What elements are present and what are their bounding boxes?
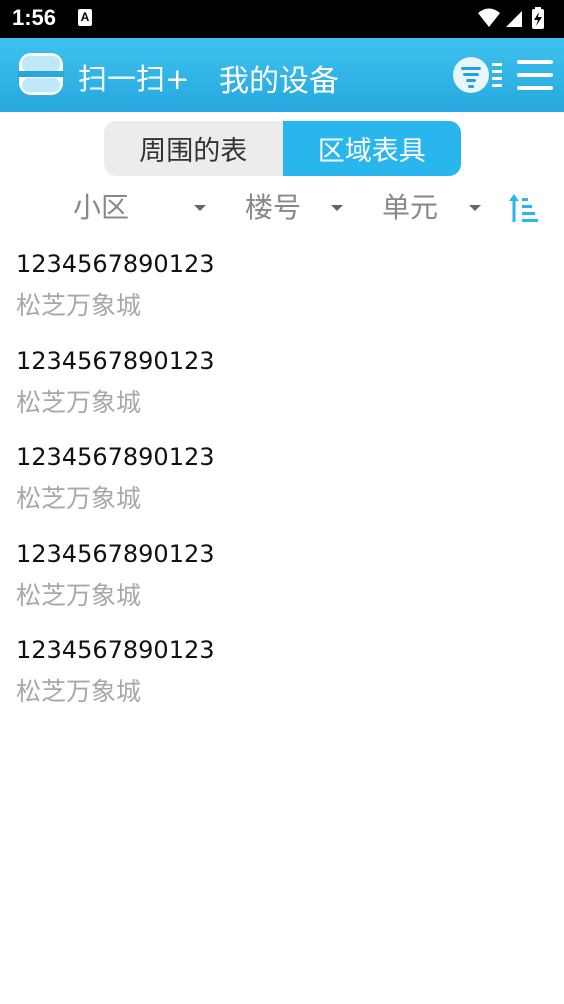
menu-icon[interactable] (516, 57, 554, 93)
device-location: 松芝万象城 (16, 677, 142, 706)
wifi-icon (478, 8, 500, 27)
device-location: 松芝万象城 (16, 387, 142, 417)
device-list: 1234567890123 松芝万象城 1234567890123 松芝万象城 … (16, 246, 546, 729)
sort-ascending-icon[interactable] (508, 192, 540, 224)
scan-icon[interactable] (18, 52, 64, 96)
community-filter[interactable]: 小区 (73, 186, 129, 230)
page-title: 我的设备 (219, 64, 339, 99)
list-item[interactable]: 1234567890123 松芝万象城 (16, 439, 546, 536)
unit-filter[interactable]: 单元 (382, 186, 438, 230)
device-location: 松芝万象城 (16, 580, 142, 610)
list-item[interactable]: 1234567890123 松芝万象城 (16, 632, 546, 729)
building-filter[interactable]: 楼号 (245, 186, 301, 230)
tab-nearby-meters[interactable]: 周围的表 (104, 121, 283, 176)
building-dropdown-icon[interactable] (331, 205, 343, 211)
status-time: 1:56 (12, 5, 57, 30)
notification-a-icon: A (78, 9, 92, 26)
notification-letter: A (80, 10, 90, 24)
battery-charging-icon (532, 7, 544, 29)
device-code: 1234567890123 (16, 539, 215, 568)
tab-area-meters[interactable]: 区域表具 (282, 121, 461, 176)
device-location: 松芝万象城 (16, 291, 142, 320)
unit-dropdown-icon[interactable] (469, 205, 481, 211)
status-right-icons (478, 7, 544, 29)
filter-icon[interactable] (452, 54, 504, 96)
signal-icon (506, 11, 522, 27)
device-code: 1234567890123 (16, 346, 215, 375)
filter-row: 小区 楼号 单元 (0, 186, 564, 230)
list-item[interactable]: 1234567890123 松芝万象城 (16, 246, 546, 343)
device-code: 1234567890123 (16, 250, 215, 278)
device-code: 1234567890123 (16, 443, 215, 471)
segment-tabs: 周围的表 区域表具 (104, 121, 461, 176)
community-dropdown-icon[interactable] (194, 205, 206, 211)
list-item[interactable]: 1234567890123 松芝万象城 (16, 536, 546, 633)
app-header: 扫一扫+ 我的设备 (0, 38, 564, 112)
device-location: 松芝万象城 (16, 484, 142, 513)
device-code: 1234567890123 (16, 636, 215, 664)
list-item[interactable]: 1234567890123 松芝万象城 (16, 343, 546, 440)
status-bar: 1:56 A (0, 0, 564, 38)
scan-button[interactable]: 扫一扫+ (78, 56, 189, 98)
